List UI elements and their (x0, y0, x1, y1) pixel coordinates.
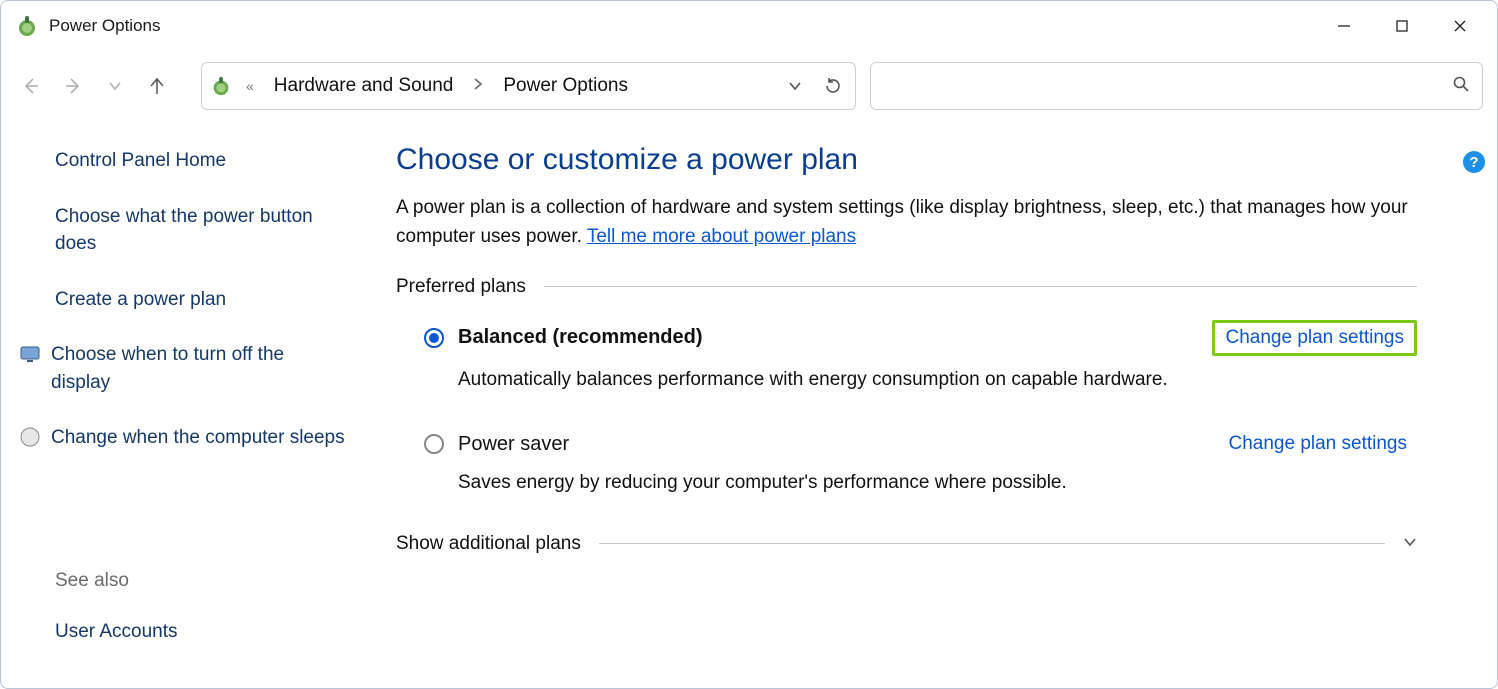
plan-balanced: Balanced (recommended) Change plan setti… (396, 320, 1417, 394)
plan-name-balanced[interactable]: Balanced (recommended) (458, 326, 703, 349)
change-settings-balanced[interactable]: Change plan settings (1212, 320, 1417, 356)
search-box[interactable] (870, 62, 1483, 110)
moon-icon (19, 426, 41, 448)
page-description: A power plan is a collection of hardware… (396, 193, 1417, 252)
window-title: Power Options (49, 16, 161, 36)
close-button[interactable] (1431, 6, 1489, 46)
sidebar-link-control-panel-home[interactable]: Control Panel Home (55, 147, 346, 175)
address-bar[interactable]: « Hardware and Sound Power Options (201, 62, 856, 110)
search-icon[interactable] (1452, 75, 1470, 98)
preferred-plans-label: Preferred plans (396, 276, 526, 298)
description-text: A power plan is a collection of hardware… (396, 197, 1408, 247)
sidebar-link-display-off[interactable]: Choose when to turn off the display (51, 341, 346, 396)
search-input[interactable] (883, 76, 1452, 97)
page-heading: Choose or customize a power plan (396, 143, 1417, 177)
sidebar-link-sleep[interactable]: Change when the computer sleeps (51, 424, 345, 452)
see-also-heading: See also (55, 570, 346, 592)
chevron-right-icon (469, 77, 487, 96)
maximize-button[interactable] (1373, 6, 1431, 46)
plan-desc-power-saver: Saves energy by reducing your computer's… (424, 469, 1417, 497)
sidebar-link-user-accounts[interactable]: User Accounts (55, 618, 346, 646)
plan-desc-balanced: Automatically balances performance with … (424, 366, 1417, 394)
recent-dropdown[interactable] (99, 70, 131, 102)
sidebar: Control Panel Home Choose what the power… (1, 133, 376, 688)
plan-name-power-saver[interactable]: Power saver (458, 433, 569, 456)
main-content: Choose or customize a power plan A power… (376, 133, 1497, 688)
breadcrumb-power-options[interactable]: Power Options (497, 73, 634, 99)
radio-power-saver[interactable] (424, 434, 444, 454)
radio-balanced[interactable] (424, 328, 444, 348)
display-icon (19, 343, 41, 365)
change-settings-power-saver[interactable]: Change plan settings (1218, 429, 1417, 459)
additional-plans-heading[interactable]: Show additional plans (396, 533, 1417, 555)
navigation-row: « Hardware and Sound Power Options (1, 51, 1497, 121)
power-options-icon (210, 75, 232, 97)
breadcrumb-hardware-sound[interactable]: Hardware and Sound (268, 73, 460, 99)
additional-plans-label: Show additional plans (396, 533, 581, 555)
sidebar-link-power-button[interactable]: Choose what the power button does (55, 203, 346, 258)
forward-button[interactable] (57, 70, 89, 102)
learn-more-link[interactable]: Tell me more about power plans (587, 226, 856, 247)
address-dropdown-icon[interactable] (781, 72, 809, 100)
chevron-down-icon[interactable] (1403, 533, 1417, 555)
power-options-icon (15, 14, 39, 38)
help-button[interactable]: ? (1463, 151, 1485, 173)
plan-power-saver: Power saver Change plan settings Saves e… (396, 429, 1417, 497)
back-button[interactable] (15, 70, 47, 102)
refresh-icon[interactable] (819, 72, 847, 100)
title-bar: Power Options (1, 1, 1497, 51)
up-button[interactable] (141, 70, 173, 102)
breadcrumb-overflow-icon[interactable]: « (242, 78, 258, 94)
sidebar-link-create-plan[interactable]: Create a power plan (55, 286, 346, 314)
preferred-plans-heading: Preferred plans (396, 276, 1417, 298)
minimize-button[interactable] (1315, 6, 1373, 46)
